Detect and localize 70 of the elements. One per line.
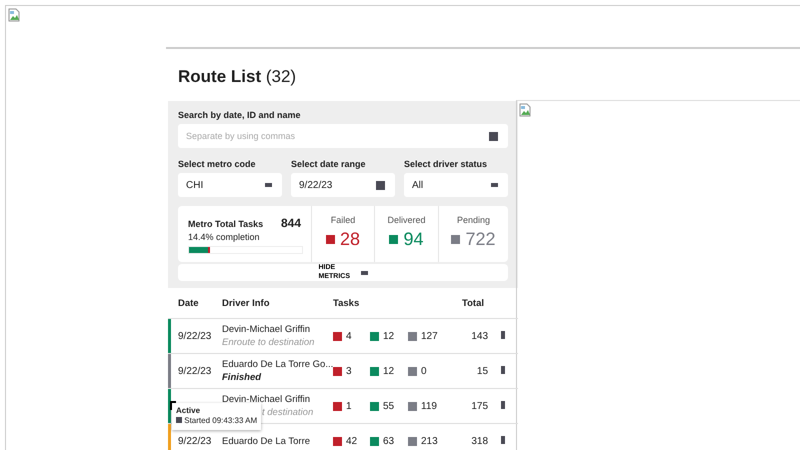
total-cell: 318	[471, 436, 488, 446]
stat-value: 722	[465, 229, 496, 250]
task-count: 63	[383, 436, 394, 446]
status-icon	[326, 235, 335, 244]
broken-image-icon	[519, 103, 531, 117]
status-icon	[451, 235, 460, 244]
dropdown[interactable]: CHI	[178, 173, 282, 197]
column-header: Tasks	[333, 288, 448, 318]
stat-label: Pending	[456, 215, 490, 225]
status-icon	[370, 436, 379, 446]
driver-name: Devin-Michael Griffin	[222, 324, 311, 335]
page-title: Route List (32)	[177, 66, 298, 88]
driver-status: Finished	[222, 372, 262, 383]
task-count: 119	[421, 400, 437, 412]
task-count: 55	[383, 400, 394, 412]
task-count: 1	[346, 400, 352, 412]
column-header: Total	[448, 288, 518, 318]
status-icon	[408, 402, 417, 410]
menu-icon[interactable]	[501, 330, 506, 338]
stat-label: Delivered	[387, 215, 426, 225]
field-label: Select driver status	[404, 159, 488, 169]
task-count: 213	[421, 436, 438, 446]
metric-total: 844	[280, 216, 301, 230]
field-label: Select date range	[291, 159, 367, 169]
total-cell: 15	[476, 366, 488, 376]
driver-name: Eduardo De La Torre	[222, 436, 312, 446]
broken-image-icon	[8, 8, 20, 22]
task-count: 3	[346, 366, 352, 376]
column-header: Date	[168, 288, 222, 318]
task-count: 12	[383, 330, 394, 342]
tooltip-title: Active	[176, 406, 202, 416]
stat-label: Failed	[330, 215, 356, 225]
status-icon	[333, 366, 342, 376]
status-icon	[408, 436, 417, 446]
menu-icon[interactable]	[501, 400, 506, 408]
task-count: 127	[421, 330, 438, 342]
field-label: Search by date, ID and name	[178, 110, 302, 120]
status-icon	[333, 436, 342, 446]
status-icon	[408, 332, 417, 340]
status-icon	[333, 402, 342, 410]
date-cell: 9/22/23	[178, 366, 212, 376]
completion-text: 14.4% completion	[188, 232, 261, 242]
stat-value: 28	[340, 229, 360, 250]
date-cell: 9/22/23	[178, 436, 212, 446]
status-icon	[408, 366, 417, 376]
status-icon	[370, 402, 379, 410]
total-cell: 143	[471, 330, 488, 342]
task-count: 12	[383, 366, 394, 376]
date-cell: 9/22/23	[178, 330, 212, 342]
metric-title: Metro Total Tasks	[188, 219, 264, 229]
menu-icon[interactable]	[501, 436, 506, 444]
menu-icon[interactable]	[501, 366, 506, 374]
field-label: Select metro code	[178, 159, 257, 169]
task-count: 0	[421, 366, 427, 376]
dropdown[interactable]: All	[404, 173, 508, 197]
status-icon	[370, 366, 379, 376]
column-header: Driver Info	[222, 288, 333, 318]
driver-status: Enroute to destination	[222, 337, 316, 348]
driver-name: Devin-Michael Griffin	[222, 394, 311, 405]
task-count: 4	[346, 330, 352, 342]
stat-value: 94	[403, 229, 424, 250]
driver-status: t destination	[262, 407, 314, 418]
status-icon	[389, 235, 398, 244]
date-field[interactable]: 9/22/23	[291, 173, 395, 197]
total-cell: 175	[471, 400, 488, 412]
tooltip-text: Started 09:43:33 AM	[176, 416, 258, 426]
task-count: 42	[346, 436, 358, 446]
status-icon	[370, 332, 379, 340]
driver-name: Eduardo De La Torre Go...	[222, 359, 333, 370]
status-icon	[333, 332, 342, 340]
